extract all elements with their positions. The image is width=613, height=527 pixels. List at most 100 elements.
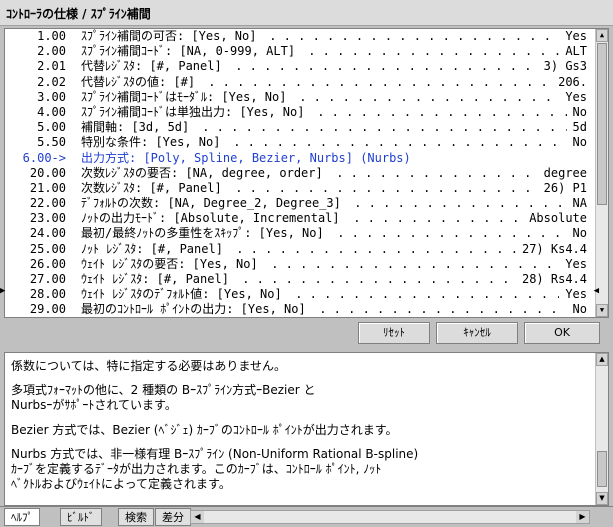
item-number: 22.00: [29, 196, 66, 211]
list-item[interactable]: 2.02 代替ﾚｼﾞｽﾀの値: [#] . . . . . . . . . . .…: [5, 75, 597, 90]
item-number: 4.00: [37, 104, 66, 119]
leader-dots: . . . . . . . . . . . . . . . . . . . . …: [353, 211, 520, 226]
arrow-up-icon[interactable]: ▲: [596, 353, 608, 366]
item-value: Absolute: [529, 211, 587, 226]
ok-button[interactable]: OK: [524, 322, 600, 344]
list-item[interactable]: 23.00 ﾉｯﾄの出力ﾓｰﾄﾞ: [Absolute, Incremental]…: [5, 211, 597, 226]
item-label: 次数ﾚｼﾞｽﾀの要否: [NA, degree, order]: [81, 165, 323, 180]
list-item[interactable]: 21.00 次数ﾚｼﾞｽﾀ: [#, Panel] . . . . . . . .…: [5, 181, 597, 196]
help-pane: 係数については、特に指定する必要はありません。 多項式ﾌｫｰﾏｯﾄの他に、2 種…: [4, 352, 609, 506]
horizontal-scrollbar[interactable]: ◀ ▶: [190, 510, 590, 524]
item-number: 2.00: [37, 44, 66, 59]
item-number: 2.02: [37, 74, 66, 89]
item-value: No: [572, 226, 587, 241]
item-value: Yes: [565, 89, 587, 104]
item-label: 特別な条件: [Yes, No]: [81, 135, 221, 150]
list-item[interactable]: 22.00 ﾃﾞﾌｫﾙﾄの次数: [NA, Degree_2, Degree_3]…: [5, 196, 597, 211]
arrow-down-icon[interactable]: ▼: [596, 304, 608, 317]
row-marker-right-icon: ◀: [593, 286, 599, 296]
item-number: 6.00->: [22, 150, 66, 165]
help-paragraph: 多項式ﾌｫｰﾏｯﾄの他に、2 種類の Bｰｽﾌﾟﾗｲﾝ方式ｰBezier と N…: [11, 383, 316, 412]
list-item[interactable]: 5.00 補間軸: [3d, 5d] . . . . . . . . . . . …: [5, 120, 597, 135]
leader-dots: . . . . . . . . . . . . . . . . . . . . …: [242, 272, 510, 286]
item-value: 28) Rs4.4: [521, 272, 587, 286]
leader-dots: . . . . . . . . . . . . . . . . . . . . …: [317, 104, 567, 119]
arrow-right-icon[interactable]: ▶: [576, 511, 589, 523]
item-number: 1.00: [37, 29, 66, 43]
leader-dots: . . . . . . . . . . . . . . . . . . . . …: [271, 256, 553, 271]
item-value: 206.: [558, 74, 587, 89]
list-item[interactable]: 25.00 ﾉｯﾄ ﾚｼﾞｽﾀ: [#, Panel] . . . . . . .…: [5, 242, 597, 257]
list-item[interactable]: 20.00 次数ﾚｼﾞｽﾀの要否: [NA, degree, order] . .…: [5, 166, 597, 181]
item-value: ALT: [565, 44, 587, 59]
leader-dots: . . . . . . . . . . . . . . . . . . . . …: [319, 302, 567, 317]
item-value: degree: [543, 165, 587, 180]
item-number: 21.00: [29, 180, 66, 195]
scroll-thumb[interactable]: [597, 43, 607, 205]
arrow-up-icon[interactable]: ▲: [596, 29, 608, 42]
leader-dots: . . . . . . . . . . . . . . . . . . . . …: [337, 226, 562, 241]
item-label: ｽﾌﾟﾗｲﾝ補間ｺｰﾄﾞ: [NA, 0-999, ALT]: [81, 44, 296, 59]
list-item[interactable]: 29.00 最初のｺﾝﾄﾛｰﾙ ﾎﾟｲﾝﾄの出力: [Yes, No] . . .…: [5, 302, 597, 317]
item-label: ｳｪｲﾄ ﾚｼﾞｽﾀのﾃﾞﾌｫﾙﾄ値: [Yes, No]: [81, 287, 282, 302]
leader-dots: . . . . . . . . . . . . . . . . . . . . …: [295, 287, 559, 302]
list-item[interactable]: 3.00 ｽﾌﾟﾗｲﾝ補間ｺｰﾄﾞはﾓｰﾀﾞﾙ: [Yes, No] . . . …: [5, 90, 597, 105]
item-label: 代替ﾚｼﾞｽﾀ: [#, Panel]: [81, 59, 222, 74]
item-number: 5.00: [37, 120, 66, 135]
list-item[interactable]: 2.00 ｽﾌﾟﾗｲﾝ補間ｺｰﾄﾞ: [NA, 0-999, ALT] . . .…: [5, 44, 597, 59]
reset-button[interactable]: ﾘｾｯﾄ: [358, 322, 430, 344]
item-value: 26) P1: [543, 180, 587, 195]
item-label: 出力方式: [Poly, Spline, Bezier, Nurbs] (Nur…: [81, 150, 411, 165]
item-number: 2.01: [37, 59, 66, 74]
item-label: ｳｪｲﾄ ﾚｼﾞｽﾀ: [#, Panel]: [81, 272, 229, 286]
row-marker-left-icon: ▶: [0, 286, 6, 296]
cancel-button[interactable]: ｷｬﾝｾﾙ: [436, 322, 518, 344]
tab-build[interactable]: ﾋﾞﾙﾄﾞ: [60, 508, 102, 526]
list-vertical-scrollbar[interactable]: ▲ ▼: [595, 29, 608, 317]
item-value: Yes: [565, 256, 587, 271]
scroll-thumb[interactable]: [597, 451, 607, 487]
list-item[interactable]: 2.01 代替ﾚｼﾞｽﾀ: [#, Panel] . . . . . . . . …: [5, 59, 597, 74]
item-number: 20.00: [29, 165, 66, 180]
item-label: ｳｪｲﾄ ﾚｼﾞｽﾀの要否: [Yes, No]: [81, 256, 258, 271]
item-label: 代替ﾚｼﾞｽﾀの値: [#]: [81, 74, 196, 89]
help-vertical-scrollbar[interactable]: ▲ ▼: [595, 353, 608, 505]
item-value: No: [572, 135, 587, 150]
list-item[interactable]: 24.00 最初/最終ﾉｯﾄの多重性をｽｷｯﾌﾟ: [Yes, No] . . .…: [5, 226, 597, 241]
item-label: 補間軸: [3d, 5d]: [81, 120, 190, 135]
item-value: No: [572, 104, 587, 119]
item-number: 26.00: [29, 256, 66, 271]
item-value: Yes: [565, 29, 587, 43]
arrow-down-icon[interactable]: ▼: [596, 492, 608, 505]
button-bar: ﾘｾｯﾄ ｷｬﾝｾﾙ OK: [0, 318, 613, 346]
list-item[interactable]: 28.00 ｳｪｲﾄ ﾚｼﾞｽﾀのﾃﾞﾌｫﾙﾄ値: [Yes, No] . . .…: [5, 287, 597, 302]
item-label: 次数ﾚｼﾞｽﾀ: [#, Panel]: [81, 180, 222, 195]
item-label: ｽﾌﾟﾗｲﾝ補間ｺｰﾄﾞはﾓｰﾀﾞﾙ: [Yes, No]: [81, 89, 287, 104]
list-item[interactable]: 27.00 ｳｪｲﾄ ﾚｼﾞｽﾀ: [#, Panel] . . . . . . …: [5, 272, 597, 287]
item-number: 28.00: [29, 287, 66, 302]
item-label: 最初のｺﾝﾄﾛｰﾙ ﾎﾟｲﾝﾄの出力: [Yes, No]: [81, 302, 306, 317]
leader-dots: . . . . . . . . . . . . . . . . . . . . …: [208, 74, 548, 89]
arrow-left-icon[interactable]: ◀: [191, 511, 204, 523]
tab-search[interactable]: 検索: [118, 508, 154, 526]
item-number: 25.00: [29, 241, 66, 256]
leader-dots: . . . . . . . . . . . . . . . . . . . . …: [354, 196, 564, 211]
item-number: 27.00: [29, 272, 66, 286]
list-item[interactable]: 4.00 ｽﾌﾟﾗｲﾝ補間ｺｰﾄﾞは単独出力: [Yes, No] . . . .…: [5, 105, 597, 120]
item-label: ﾉｯﾄ ﾚｼﾞｽﾀ: [#, Panel]: [81, 241, 223, 256]
tab-bar: ﾍﾙﾌﾟ ﾋﾞﾙﾄﾞ 検索 差分 ◀ ▶: [0, 506, 613, 527]
tab-diff[interactable]: 差分: [155, 508, 191, 526]
leader-dots: . . . . . . . . . . . . . . . . . . . . …: [336, 165, 532, 180]
list-item[interactable]: 6.00-> 出力方式: [Poly, Spline, Bezier, Nurbs…: [5, 151, 597, 166]
window-title: ｺﾝﾄﾛｰﾗの仕様 / ｽﾌﾟﾗｲﾝ補間: [0, 0, 613, 26]
tab-help[interactable]: ﾍﾙﾌﾟ: [4, 508, 40, 526]
settings-list[interactable]: 1.00 ｽﾌﾟﾗｲﾝ補間の可否: [Yes, No] . . . . . . .…: [4, 28, 609, 318]
list-item[interactable]: 26.00 ｳｪｲﾄ ﾚｼﾞｽﾀの要否: [Yes, No] . . . . . …: [5, 257, 597, 272]
item-number: 3.00: [37, 89, 66, 104]
item-value: NA: [572, 196, 587, 211]
item-number: 29.00: [29, 302, 66, 317]
list-item[interactable]: 5.50 特別な条件: [Yes, No] . . . . . . . . . .…: [5, 135, 597, 150]
help-paragraph: Bezier 方式では、Bezier (ﾍﾞｼﾞｪ) ｶｰﾌﾞのｺﾝﾄﾛｰﾙ ﾎ…: [11, 423, 398, 437]
list-item[interactable]: 1.00 ｽﾌﾟﾗｲﾝ補間の可否: [Yes, No] . . . . . . .…: [5, 29, 597, 44]
leader-dots: . . . . . . . . . . . . . . . . . . . . …: [299, 89, 553, 104]
